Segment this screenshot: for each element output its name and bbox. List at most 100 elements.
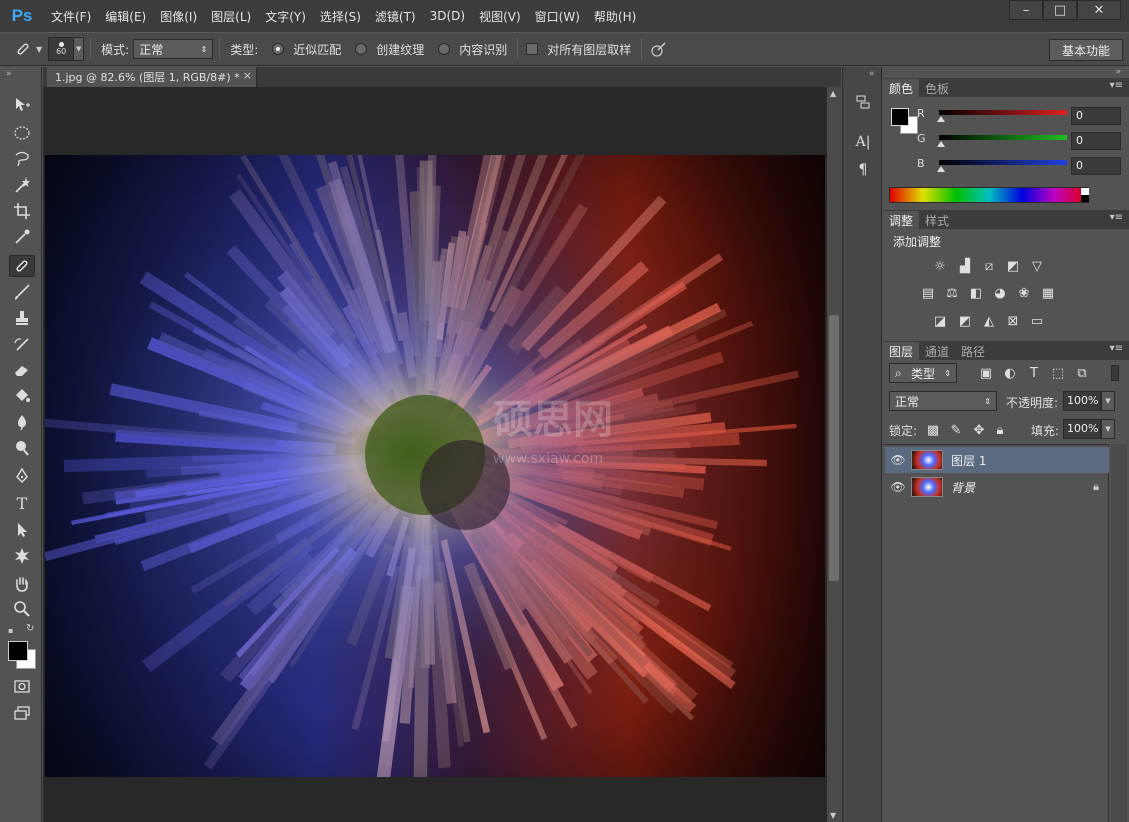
posterize-icon[interactable]: ◩ (956, 313, 974, 329)
black-white-icon[interactable]: ◧ (967, 285, 985, 301)
mode-dropdown[interactable]: 正常 ⇕ (133, 39, 214, 59)
workspace-button[interactable]: 基本功能 (1049, 39, 1123, 61)
tab-channels[interactable]: 通道 (919, 342, 955, 360)
elliptical-marquee-tool-icon[interactable] (9, 122, 35, 144)
lock-all-icon[interactable]: 🔒︎ (991, 422, 1009, 438)
history-brush-tool-icon[interactable] (9, 334, 35, 356)
color-lookup-icon[interactable]: ▦ (1039, 285, 1057, 301)
green-slider[interactable]: G 0 (917, 132, 1125, 154)
visibility-eye-icon[interactable]: 👁︎ (885, 453, 911, 467)
lock-paint-icon[interactable]: ✎ (947, 422, 965, 438)
paragraph-panel-icon[interactable]: ¶ (851, 159, 875, 181)
panel-menu-icon[interactable]: ▾≡ (1110, 212, 1123, 223)
menu-layer[interactable]: 图层(L) (204, 8, 258, 25)
menu-window[interactable]: 窗口(W) (528, 8, 587, 25)
vibrance-icon[interactable]: ▽ (1028, 258, 1046, 274)
character-panel-icon[interactable]: A| (851, 131, 875, 153)
custom-shape-tool-icon[interactable] (9, 545, 35, 567)
menu-3d[interactable]: 3D(D) (423, 9, 472, 23)
pressure-brush-icon[interactable] (648, 41, 670, 57)
blend-mode-dropdown[interactable]: 正常 ⇕ (889, 391, 997, 411)
minimize-button[interactable]: – (1009, 0, 1043, 20)
green-value[interactable]: 0 (1071, 132, 1121, 150)
spot-healing-brush-icon[interactable] (10, 40, 36, 58)
menu-file[interactable]: 文件(F) (44, 8, 98, 25)
scroll-down-icon[interactable]: ▼ (830, 811, 836, 820)
green-thumb[interactable] (937, 141, 945, 147)
clone-stamp-tool-icon[interactable] (9, 307, 35, 329)
tab-styles[interactable]: 样式 (919, 211, 955, 229)
brush-picker[interactable]: 60 (48, 37, 75, 61)
spot-healing-brush-tool-icon[interactable] (9, 255, 35, 277)
red-track[interactable] (939, 110, 1067, 115)
selective-color-icon[interactable]: ⊠ (1004, 313, 1022, 329)
hue-saturation-icon[interactable]: ▤ (919, 285, 937, 301)
close-button[interactable]: ✕ (1077, 0, 1121, 20)
opacity-arrow-icon[interactable]: ▼ (1101, 391, 1115, 411)
layer-name[interactable]: 图层 1 (951, 452, 986, 469)
red-slider[interactable]: R 0 (917, 107, 1125, 129)
filter-smart-object-icon[interactable]: ⧉ (1073, 365, 1091, 381)
brush-tool-icon[interactable] (9, 281, 35, 303)
move-tool-icon[interactable] (9, 94, 35, 116)
filter-pixel-icon[interactable]: ▣ (977, 365, 995, 381)
blue-value[interactable]: 0 (1071, 157, 1121, 175)
document-tab[interactable]: 1.jpg @ 82.6% (图层 1, RGB/8#) * × (47, 67, 257, 87)
radio-create-texture[interactable] (355, 43, 368, 55)
sample-all-layers-checkbox[interactable] (526, 43, 539, 55)
blue-track[interactable] (939, 160, 1067, 165)
tab-layers[interactable]: 图层 (883, 342, 920, 360)
path-selection-tool-icon[interactable] (9, 519, 35, 541)
levels-icon[interactable]: ▟ (956, 258, 974, 274)
radio-content-aware[interactable] (438, 43, 451, 55)
channel-mixer-icon[interactable]: ❀ (1015, 285, 1033, 301)
menu-help[interactable]: 帮助(H) (587, 8, 643, 25)
zoom-tool-icon[interactable] (9, 598, 35, 620)
fill-field[interactable]: 100% (1063, 419, 1101, 439)
green-track[interactable] (939, 135, 1067, 140)
menu-filter[interactable]: 滤镜(T) (368, 8, 423, 25)
layer-row-layer1[interactable]: 👁︎ 图层 1 (885, 447, 1109, 473)
tab-swatches[interactable]: 色板 (919, 79, 955, 97)
close-tab-icon[interactable]: × (243, 69, 252, 82)
color-balance-icon[interactable]: ⚖ (943, 285, 961, 301)
menu-edit[interactable]: 编辑(E) (98, 8, 153, 25)
screen-mode-icon[interactable] (9, 702, 35, 724)
layer-name[interactable]: 背景 (951, 479, 975, 496)
eraser-tool-icon[interactable] (9, 359, 35, 381)
panels-collapse-icon[interactable]: » (1115, 67, 1121, 77)
photo-filter-icon[interactable]: ◕ (991, 285, 1009, 301)
invert-icon[interactable]: ◪ (931, 313, 949, 329)
exposure-icon[interactable]: ◩ (1004, 258, 1022, 274)
red-value[interactable]: 0 (1071, 107, 1121, 125)
filter-adjustment-icon[interactable]: ◐ (1001, 365, 1019, 381)
layer-row-background[interactable]: 👁︎ 背景 🔒︎ (885, 474, 1109, 500)
threshold-icon[interactable]: ◭ (980, 313, 998, 329)
tab-color[interactable]: 颜色 (883, 79, 920, 97)
vertical-scrollbar[interactable]: ▲ ▼ (826, 87, 841, 822)
fill-arrow-icon[interactable]: ▼ (1101, 419, 1115, 439)
filter-type-icon[interactable]: T (1025, 365, 1043, 381)
strip-collapse-icon[interactable]: « (869, 69, 875, 79)
curves-icon[interactable]: ⧄ (980, 258, 998, 274)
lock-position-icon[interactable]: ✥ (970, 422, 988, 438)
tab-paths[interactable]: 路径 (955, 342, 991, 360)
history-panel-icon[interactable] (851, 91, 875, 113)
tool-preset-dropdown-icon[interactable]: ▼ (36, 45, 42, 54)
filter-shape-icon[interactable]: ⬚ (1049, 365, 1067, 381)
tab-adjustments[interactable]: 调整 (883, 211, 920, 229)
opacity-field[interactable]: 100% (1063, 391, 1101, 411)
panel-fg-color-swatch[interactable] (891, 108, 909, 126)
menu-view[interactable]: 视图(V) (472, 8, 528, 25)
filter-toggle[interactable] (1111, 365, 1119, 381)
quick-mask-icon[interactable] (9, 675, 35, 697)
brush-picker-arrow-icon[interactable]: ▼ (74, 37, 85, 61)
document-canvas[interactable]: 硕思网 www.sxiaw.com (45, 155, 825, 777)
menu-image[interactable]: 图像(I) (153, 8, 204, 25)
lasso-tool-icon[interactable] (9, 147, 35, 169)
gradient-map-icon[interactable]: ▭ (1028, 313, 1046, 329)
type-tool-icon[interactable]: T (9, 492, 35, 514)
magic-wand-tool-icon[interactable] (9, 174, 35, 196)
blur-tool-icon[interactable] (9, 411, 35, 433)
blue-thumb[interactable] (937, 166, 945, 172)
